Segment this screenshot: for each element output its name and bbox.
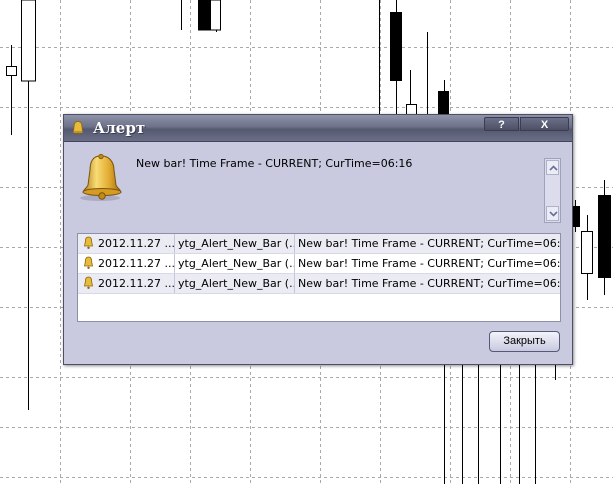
scroll-up-button[interactable] [546, 160, 559, 175]
list-item[interactable]: 2012.11.27 ... ytg_Alert_New_Bar (... Ne… [78, 234, 560, 253]
alert-time: 2012.11.27 ... [78, 254, 175, 273]
close-button[interactable]: Закрыть [489, 331, 560, 352]
alert-source: ytg_Alert_New_Bar (... [175, 234, 295, 253]
alert-time: 2012.11.27 ... [78, 234, 175, 253]
alert-text: New bar! Time Frame - CURRENT; CurTime=0… [298, 257, 560, 270]
row-divider [78, 293, 560, 294]
chevron-down-icon [549, 211, 558, 217]
list-item[interactable]: 2012.11.27 ... ytg_Alert_New_Bar (... Ne… [78, 274, 560, 293]
bell-icon [80, 153, 122, 201]
alert-dialog: Алерт ? X New bar! Time Frame - CURRENT;… [63, 114, 573, 365]
alert-source: ytg_Alert_New_Bar (... [175, 254, 295, 273]
row-divider [78, 253, 560, 254]
scroll-down-button[interactable] [546, 206, 559, 221]
bell-icon [73, 121, 83, 135]
list-item[interactable]: 2012.11.27 ... ytg_Alert_New_Bar (... Ne… [78, 254, 560, 273]
alert-message: New bar! Time Frame - CURRENT; CurTime=0… [136, 157, 413, 170]
chevron-up-icon [549, 165, 558, 171]
dialog-title: Алерт [93, 119, 146, 137]
row-divider [78, 273, 560, 274]
close-window-button[interactable]: X [520, 117, 569, 131]
help-button[interactable]: ? [484, 117, 519, 131]
dialog-titlebar[interactable]: Алерт ? X [64, 115, 572, 142]
alerts-list[interactable]: 2012.11.27 ... ytg_Alert_New_Bar (... Ne… [77, 233, 561, 322]
alert-text: New bar! Time Frame - CURRENT; CurTime=0… [298, 277, 560, 290]
alert-source: ytg_Alert_New_Bar (... [175, 274, 295, 293]
message-scrollbar[interactable] [544, 158, 561, 223]
alert-text: New bar! Time Frame - CURRENT; CurTime=0… [298, 237, 560, 250]
alert-time: 2012.11.27 ... [78, 274, 175, 293]
